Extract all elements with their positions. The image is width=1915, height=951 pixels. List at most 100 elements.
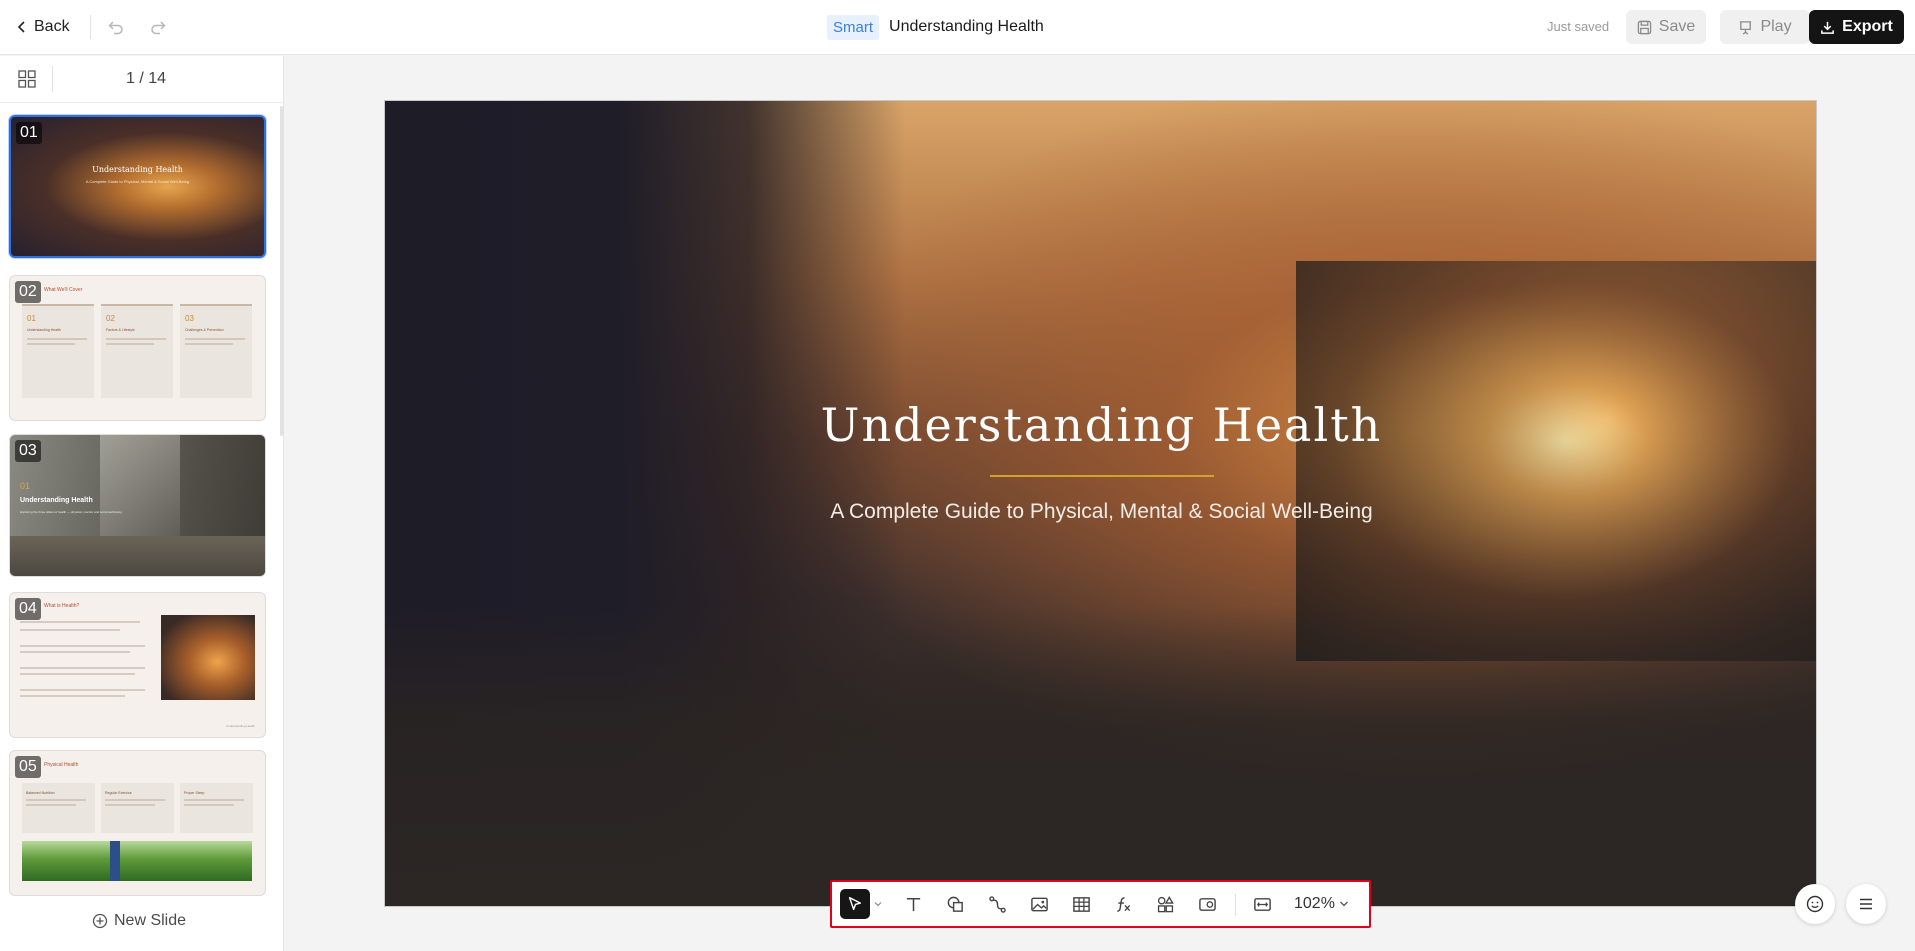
select-tool-button[interactable] [840,889,870,919]
text-line [20,629,120,631]
save-icon [1637,20,1652,34]
slide-number: 01 [16,122,42,144]
insert-toolbar: 102% [830,880,1371,928]
text-line [20,621,140,623]
person-figure [110,841,120,881]
save-status: Just saved [1547,19,1610,34]
thumbnail-image [22,841,252,881]
box-title: Regular Exercise [105,791,132,795]
play-label: Play [1760,18,1792,35]
text-line [105,804,155,806]
zoom-dropdown[interactable]: 102% [1294,895,1349,913]
slide-canvas[interactable]: Understanding Health A Complete Guide to… [384,100,1817,907]
thumbnail-heading: Physical Health [44,762,79,768]
column-title: Understanding Health [27,328,61,332]
hamburger-menu-icon [1860,898,1872,910]
menu-button[interactable] [1846,884,1886,924]
export-label: Export [1842,18,1893,35]
undo-icon [108,21,123,35]
formula-tool-button[interactable] [1108,889,1138,919]
text-line [20,651,130,653]
slide-number: 03 [15,440,41,462]
slide-thumbnail-01[interactable]: 01 Understanding Health A Complete Guide… [9,115,266,258]
text-line [26,804,76,806]
undo-button[interactable] [104,15,128,39]
thumbnail-heading: What We'll Cover [44,287,83,293]
background-image-ground [385,606,1816,906]
fit-width-icon [1253,897,1271,911]
text-line [27,338,87,340]
text-tool-button[interactable] [898,889,928,919]
text-line [20,689,145,691]
divider [0,102,283,103]
grid-view-button[interactable] [17,69,37,89]
column-number: 01 [27,314,36,323]
thumbnail-heading: What is Health? [44,603,80,609]
slide-number: 05 [15,756,41,778]
table-tool-button[interactable] [1066,889,1096,919]
slide-thumbnail-05[interactable]: 05 Physical Health Balanced Nutrition Re… [9,750,266,896]
slide-thumbnail-02[interactable]: 02 What We'll Cover 01 Understanding Hea… [9,275,266,421]
column-title: Factors & Lifestyle [106,328,135,332]
export-button[interactable]: Export [1809,10,1904,44]
text-line [105,799,165,801]
components-icon [1157,895,1174,912]
thumbnail-column: 03 Challenges & Prevention [180,304,252,398]
box-title: Balanced Nutrition [26,791,55,795]
plus-circle-icon [92,913,108,929]
text-line [26,799,86,801]
slide-sidebar: 1 / 14 01 Understanding Health A Complet… [0,56,284,951]
thumbnail-column: 01 Understanding Health [22,304,94,398]
slide-thumbnail-03[interactable]: 03 01 Understanding Health Exploring the… [9,434,266,577]
slide-number: 04 [15,598,41,620]
play-button[interactable]: Play [1720,10,1810,44]
divider [90,15,91,39]
thumbnail-image [161,615,255,700]
text-line [20,695,125,697]
select-icon [848,896,862,911]
media-tool-button[interactable] [1192,889,1222,919]
text-line [106,338,166,340]
feedback-button[interactable] [1795,884,1835,924]
new-slide-label: New Slide [114,912,187,929]
smart-badge[interactable]: Smart [827,14,880,40]
column-number: 03 [185,314,194,323]
column-title: Challenges & Prevention [185,328,224,332]
slide-subtitle[interactable]: A Complete Guide to Physical, Mental & S… [385,500,1816,524]
room-floor [10,536,265,576]
title-divider[interactable] [990,475,1214,477]
image-tool-button[interactable] [1024,889,1054,919]
thumbnail-title: Understanding Health [20,497,93,504]
page-counter: 1 / 14 [125,70,167,87]
text-line [185,343,233,345]
fit-width-button[interactable] [1247,889,1277,919]
sidebar-scrollbar[interactable] [280,106,283,436]
text-line [185,338,245,340]
redo-button[interactable] [146,15,170,39]
top-bar: Back Smart Understanding Health Just sav… [0,0,1915,55]
slide-title[interactable]: Understanding Health [385,398,1816,452]
box-title: Proper Sleep [184,791,205,795]
media-icon [1198,897,1216,911]
grid-icon [18,70,36,88]
thumbnail-box: Proper Sleep [180,783,253,833]
slide-thumbnail-04[interactable]: 04 What is Health? Understanding Health [9,592,266,738]
chevron-down-icon [1339,901,1348,907]
save-button[interactable]: Save [1626,10,1706,44]
chevron-down-icon[interactable] [874,900,882,908]
image-icon [1030,897,1048,911]
back-button[interactable]: Back [16,14,70,40]
components-tool-button[interactable] [1150,889,1180,919]
document-title[interactable]: Understanding Health [889,18,1044,36]
text-line [27,343,75,345]
zoom-level: 102% [1294,895,1335,912]
presentation-icon [1740,20,1752,35]
text-line [20,667,145,669]
connector-tool-button[interactable] [982,889,1012,919]
thumbnail-subtitle: Exploring the three pillars of health — … [20,510,122,514]
shape-tool-button[interactable] [940,889,970,919]
new-slide-button[interactable]: New Slide [92,912,186,930]
slide-number: 02 [15,281,41,303]
divider [1235,894,1236,916]
redo-icon [151,21,166,35]
